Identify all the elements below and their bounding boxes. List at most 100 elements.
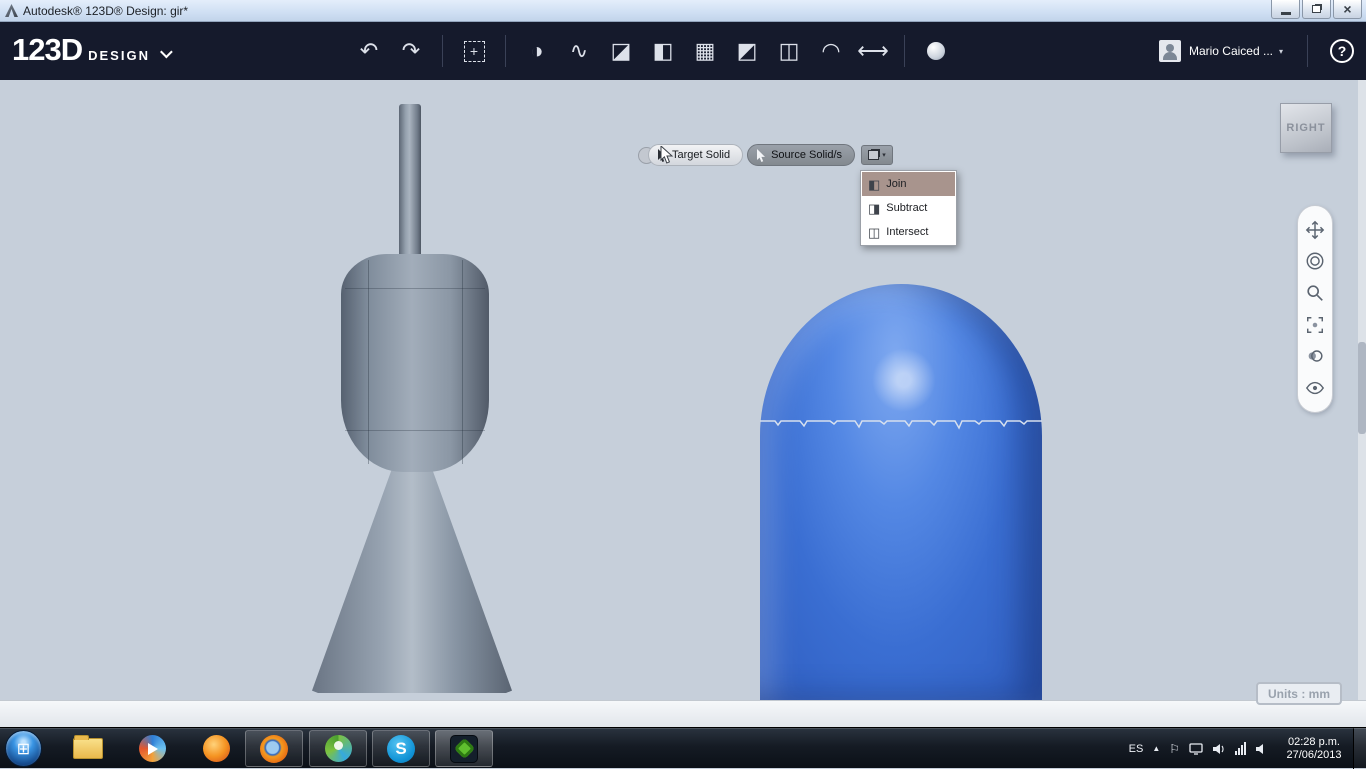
tray-expand-icon[interactable]: ▲	[1152, 744, 1160, 753]
display-icon[interactable]	[1189, 742, 1203, 755]
mouse-cursor	[660, 146, 674, 164]
menu-item-subtract[interactable]: ◨ Subtract	[862, 196, 955, 220]
combine-mode-icon	[868, 150, 880, 160]
action-center-flag-icon[interactable]: ⚐	[1169, 742, 1180, 756]
modify-icon: ◧	[652, 38, 674, 63]
network-signal-icon[interactable]	[1235, 742, 1246, 755]
snap-button[interactable]: ◠	[810, 29, 852, 73]
taskbar-123d-button[interactable]	[435, 730, 493, 767]
audio-device-icon[interactable]	[1255, 743, 1269, 755]
start-button[interactable]: ⊞	[5, 730, 42, 767]
logo-design: DESIGN	[88, 48, 150, 63]
taskbar-explorer-button[interactable]	[59, 730, 117, 767]
rocket-cone[interactable]	[312, 452, 512, 693]
user-area: Mario Caiced ... ▾ ?	[1158, 22, 1354, 80]
undo-button[interactable]: ↶	[348, 29, 390, 73]
window-titlebar: Autodesk® 123D® Design: gir* ×	[0, 0, 1366, 22]
menu-item-label: Subtract	[886, 202, 928, 214]
vertical-scrollbar[interactable]	[1358, 80, 1366, 700]
tray-clock[interactable]: 02:28 p.m. 27/06/2013	[1278, 736, 1350, 762]
app-header: 123D DESIGN ↶ ↷ + ◑ ∿ ◪ ◧ ▦ ◩ ◫ ◠ ⟷ Mari…	[0, 22, 1366, 80]
units-label: Units : mm	[1267, 686, 1330, 701]
menu-item-join[interactable]: ◧ Join	[862, 172, 955, 196]
grouping-button[interactable]: ◩	[726, 29, 768, 73]
material-button[interactable]	[915, 29, 957, 73]
combine-mode-dropdown-button[interactable]: ▾	[861, 145, 894, 165]
horizontal-scroll-strip[interactable]	[0, 700, 1366, 727]
app-menu-chevron-icon[interactable]	[159, 45, 173, 59]
view-cube-face-label: RIGHT	[1286, 122, 1326, 134]
target-solid-label: Target Solid	[672, 149, 731, 161]
shaded-view-icon[interactable]	[1304, 345, 1326, 367]
grouping-icon: ◩	[736, 38, 758, 63]
modify-button[interactable]: ◧	[642, 29, 684, 73]
modeling-viewport[interactable]: RIGHT Target Solid Source Solid/s ▾ ◧ Jo…	[0, 80, 1366, 727]
magnet-icon: ◠	[821, 38, 841, 63]
restore-icon	[1312, 5, 1321, 13]
navigation-toolbar	[1297, 205, 1333, 413]
logo-123d: 123D	[12, 32, 83, 67]
transform-button[interactable]: +	[453, 29, 495, 73]
app-logo[interactable]: 123D DESIGN	[12, 32, 173, 68]
subtract-icon: ◨	[868, 200, 881, 216]
zoom-icon[interactable]	[1304, 282, 1326, 304]
source-solid-button[interactable]: Source Solid/s	[747, 144, 856, 166]
minimize-button[interactable]	[1271, 0, 1300, 19]
pattern-button[interactable]: ▦	[684, 29, 726, 73]
capsule-solid[interactable]	[760, 284, 1042, 702]
material-sphere-icon	[927, 42, 945, 60]
combine-menu: ◧ Join ◨ Subtract ◫ Intersect	[860, 170, 957, 246]
undo-icon: ↶	[359, 38, 379, 63]
user-avatar	[1158, 40, 1181, 62]
panel-edge	[368, 260, 369, 464]
show-desktop-button[interactable]	[1353, 728, 1366, 769]
primitives-button[interactable]: ◑	[516, 29, 558, 73]
rocket-body[interactable]	[341, 254, 489, 472]
skype-icon: S	[387, 734, 415, 763]
taskbar-messenger-button[interactable]	[309, 730, 367, 767]
window-title: Autodesk® 123D® Design: gir*	[23, 3, 189, 18]
messenger-icon	[324, 735, 352, 762]
combine-button[interactable]: ◫	[768, 29, 810, 73]
intersect-icon: ◫	[868, 224, 881, 240]
menu-item-label: Join	[886, 178, 907, 190]
orbit-icon[interactable]	[1304, 250, 1326, 272]
view-cube[interactable]: RIGHT	[1280, 103, 1332, 153]
user-name[interactable]: Mario Caiced ...	[1189, 44, 1273, 58]
capsule-seam-line	[760, 420, 1042, 430]
orange-app-icon	[202, 735, 230, 762]
header-separator	[1307, 35, 1308, 67]
rocket-rod[interactable]	[399, 104, 421, 266]
combine-selection-bar: Target Solid Source Solid/s ▾	[638, 144, 894, 166]
close-icon: ×	[1343, 1, 1352, 17]
visibility-eye-icon[interactable]	[1304, 377, 1326, 399]
toolbar-separator	[442, 35, 443, 67]
construct-button[interactable]: ◪	[600, 29, 642, 73]
taskbar-firefox-button[interactable]	[245, 730, 303, 767]
minimize-icon	[1280, 11, 1291, 15]
help-button[interactable]: ?	[1330, 39, 1354, 63]
language-indicator[interactable]: ES	[1129, 743, 1144, 755]
pointer-icon	[757, 148, 766, 162]
sketch-spline-icon: ∿	[569, 38, 589, 63]
user-dropdown-icon[interactable]: ▾	[1279, 47, 1283, 56]
firefox-icon	[260, 734, 288, 763]
vertical-scrollbar-thumb[interactable]	[1358, 342, 1366, 434]
measure-button[interactable]: ⟷	[852, 29, 894, 73]
source-solid-label: Source Solid/s	[771, 149, 843, 161]
sketch-button[interactable]: ∿	[558, 29, 600, 73]
close-button[interactable]: ×	[1333, 0, 1362, 19]
volume-icon[interactable]	[1212, 743, 1226, 755]
transform-icon: +	[463, 40, 485, 62]
media-player-icon	[138, 735, 166, 762]
restore-button[interactable]	[1302, 0, 1331, 19]
taskbar-media-player-button[interactable]	[123, 730, 181, 767]
system-tray: ES ▲ ⚐ 02:28 p.m. 27/06/2013	[1129, 728, 1350, 769]
pan-icon[interactable]	[1304, 219, 1326, 241]
menu-item-intersect[interactable]: ◫ Intersect	[862, 220, 955, 244]
taskbar-pinned-app-button[interactable]	[187, 730, 245, 767]
redo-button[interactable]: ↷	[390, 29, 432, 73]
fit-view-icon[interactable]	[1304, 314, 1326, 336]
combine-icon: ◫	[778, 38, 800, 63]
taskbar-skype-button[interactable]: S	[372, 730, 430, 767]
